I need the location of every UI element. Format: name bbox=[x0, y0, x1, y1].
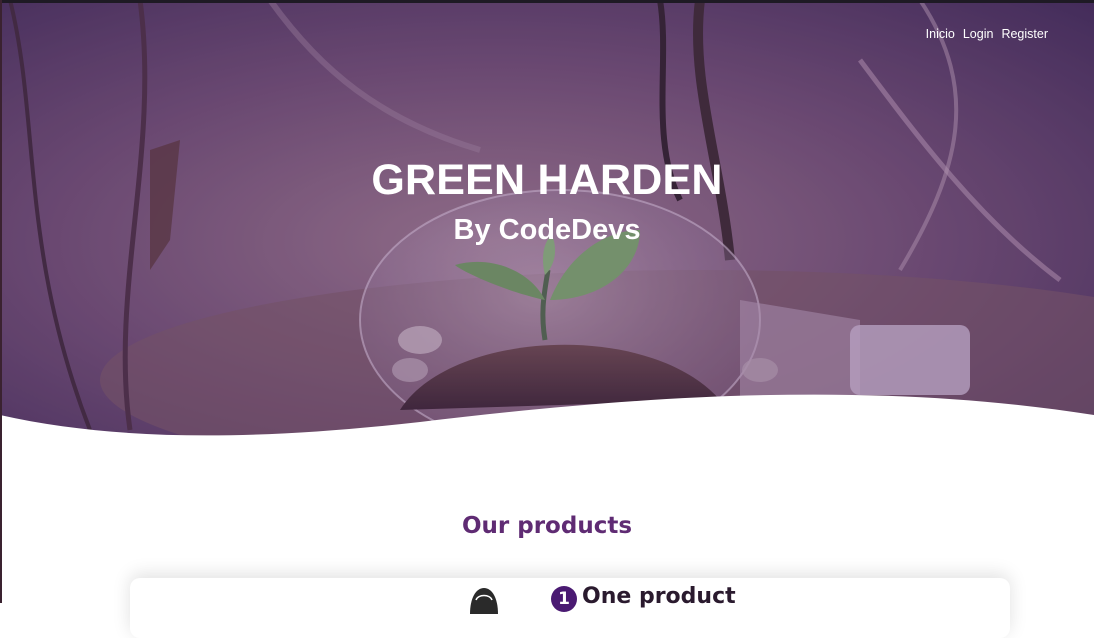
product-number-badge: 1 bbox=[551, 586, 577, 612]
top-border bbox=[0, 0, 1094, 3]
hero-subtitle: By CodeDevs bbox=[453, 214, 641, 246]
nav-link-login[interactable]: Login bbox=[963, 27, 994, 41]
hero-banner: Inicio Login Register GREEN HARDEN By Co… bbox=[0, 0, 1094, 440]
nav-link-register[interactable]: Register bbox=[1001, 27, 1048, 41]
hero-wave-divider bbox=[0, 394, 1094, 450]
products-heading: Our products bbox=[461, 513, 633, 539]
hero-title: GREEN HARDEN bbox=[371, 156, 723, 204]
nav-link-inicio[interactable]: Inicio bbox=[926, 27, 955, 41]
left-border bbox=[0, 0, 2, 603]
top-nav: Inicio Login Register bbox=[926, 27, 1048, 41]
product-card[interactable]: 1 One product bbox=[130, 578, 1010, 638]
product-title: One product bbox=[582, 584, 736, 609]
avatar-icon bbox=[470, 588, 498, 614]
